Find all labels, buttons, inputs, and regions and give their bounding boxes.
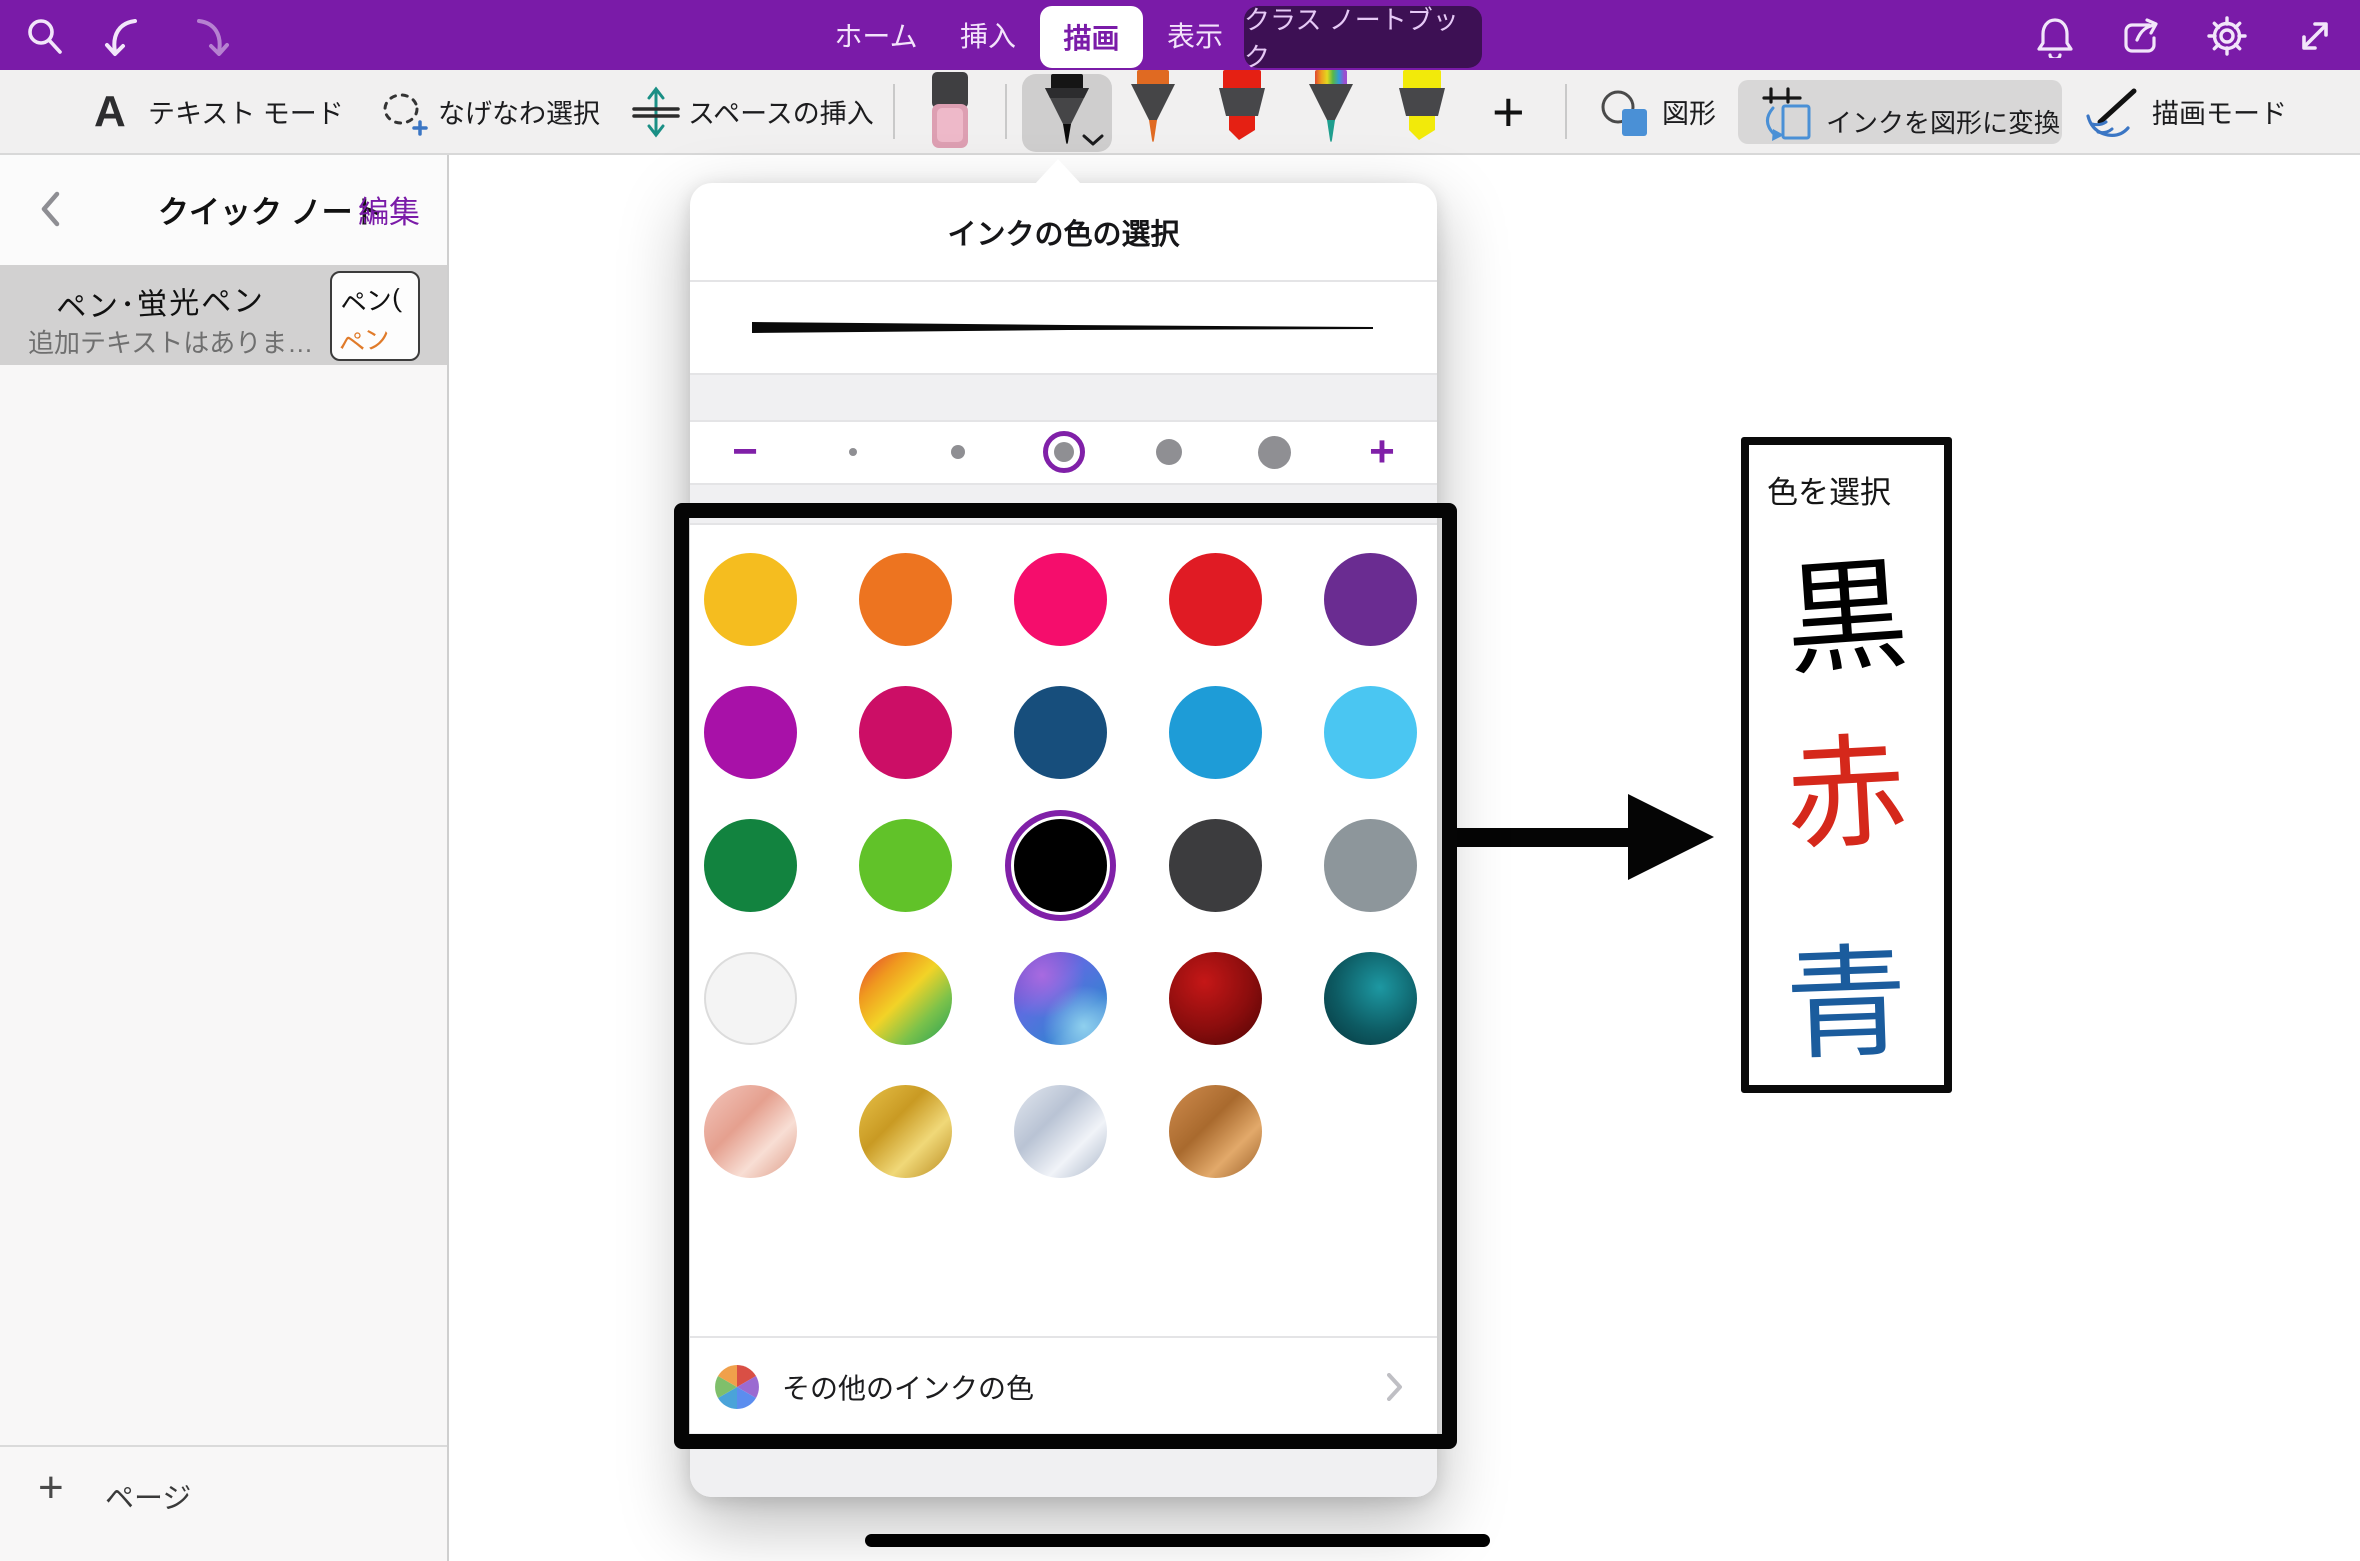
ink-char-red: 赤 (1746, 728, 1947, 860)
popover-title: インクの色の選択 (690, 183, 1437, 280)
tab-insert[interactable]: 挿入 (946, 0, 1030, 70)
text-mode-button[interactable]: テキスト モード (148, 70, 344, 153)
insert-space-icon (630, 84, 682, 140)
ink-to-shape-button[interactable]: インクを図形に変換 (1738, 80, 2062, 144)
orange-pen-tool[interactable] (1122, 70, 1184, 150)
eraser-tool[interactable] (927, 72, 973, 152)
ink-char-black: 黒 (1745, 550, 1948, 685)
add-page-button[interactable]: + ページ (0, 1445, 447, 1561)
thickness-dot-3[interactable] (1011, 422, 1116, 482)
text-mode-icon: A (94, 70, 126, 153)
draw-mode-icon (2080, 86, 2144, 142)
plus-icon: + (38, 1463, 64, 1513)
thickness-selector: − + (690, 422, 1437, 482)
thickness-dot-2[interactable] (905, 422, 1010, 482)
tab-home[interactable]: ホーム (826, 0, 926, 70)
lasso-icon (376, 88, 428, 140)
page-preview-text: 追加テキストはありま… (28, 323, 313, 360)
insert-space-button[interactable]: スペースの挿入 (688, 70, 874, 153)
tab-view[interactable]: 表示 (1153, 0, 1237, 70)
shapes-button[interactable]: 図形 (1662, 70, 1716, 153)
thickness-dot-1[interactable] (800, 422, 905, 482)
lasso-select-button[interactable]: なげなわ選択 (438, 70, 600, 153)
notebook-section-title: クイック ノート (158, 153, 384, 265)
thickness-increase-button[interactable]: + (1327, 422, 1437, 482)
handwritten-stroke (865, 1534, 1490, 1547)
top-app-bar: ホーム 挿入 描画 表示 クラス ノートブック (0, 0, 2360, 70)
tab-draw[interactable]: 描画 (1040, 6, 1143, 68)
edit-button[interactable]: 編集 (358, 153, 420, 265)
thickness-decrease-button[interactable]: − (690, 422, 800, 482)
ink-to-shape-label: インクを図形に変換 (1826, 80, 2060, 163)
draw-ribbon: A テキスト モード なげなわ選択 スペースの挿入 (0, 70, 2360, 155)
add-pen-button[interactable]: + (1492, 70, 1525, 153)
rainbow-pen-tool[interactable] (1300, 70, 1362, 150)
onenote-app: ホーム 挿入 描画 表示 クラス ノートブック (0, 0, 2360, 1561)
sidebar-header: クイック ノート 編集 (0, 153, 447, 265)
stroke-preview (748, 305, 1379, 345)
color-note-label: 色を選択 (1767, 467, 1891, 512)
thumbnail-ink-line2: ペン (335, 317, 393, 361)
page-list-sidebar: クイック ノート 編集 ペン･蛍光ペン 追加テキストはありま… ペン( ペン +… (0, 153, 449, 1561)
shapes-icon (1598, 86, 1654, 140)
settings-icon[interactable] (2204, 13, 2250, 59)
thickness-dot-4[interactable] (1116, 422, 1221, 482)
page-title-handwritten: ペン･蛍光ペン (55, 275, 265, 326)
chevron-down-icon (1082, 134, 1104, 146)
redo-icon[interactable] (188, 13, 234, 59)
ink-char-blue: 青 (1747, 940, 1946, 1069)
thickness-dot-5[interactable] (1222, 422, 1327, 482)
red-highlighter-tool[interactable] (1210, 70, 1274, 150)
thumbnail-ink-line1: ペン( (338, 278, 402, 321)
hand-drawn-frame (674, 503, 1457, 1449)
popover-arrow-notch (1034, 159, 1082, 185)
bell-icon[interactable] (2032, 13, 2078, 59)
tab-class-notebook[interactable]: クラス ノートブック (1244, 6, 1482, 68)
undo-icon[interactable] (100, 13, 146, 59)
color-note-box: 色を選択 黒 赤 青 (1741, 437, 1952, 1093)
add-page-label: ページ (105, 1475, 191, 1517)
share-icon[interactable] (2118, 13, 2164, 59)
black-pen-tool-selected[interactable] (1022, 74, 1112, 152)
back-chevron-icon[interactable] (40, 191, 60, 227)
draw-mode-button[interactable]: 描画モード (2152, 70, 2287, 153)
page-thumbnail: ペン( ペン (330, 271, 420, 361)
yellow-highlighter-tool[interactable] (1390, 70, 1454, 150)
expand-icon[interactable] (2292, 13, 2338, 59)
search-icon[interactable] (21, 13, 67, 59)
thickness-dots (800, 422, 1327, 482)
page-list-item-selected[interactable]: ペン･蛍光ペン 追加テキストはありま… ペン( ペン (0, 265, 447, 365)
hand-drawn-arrow (1450, 780, 1725, 895)
